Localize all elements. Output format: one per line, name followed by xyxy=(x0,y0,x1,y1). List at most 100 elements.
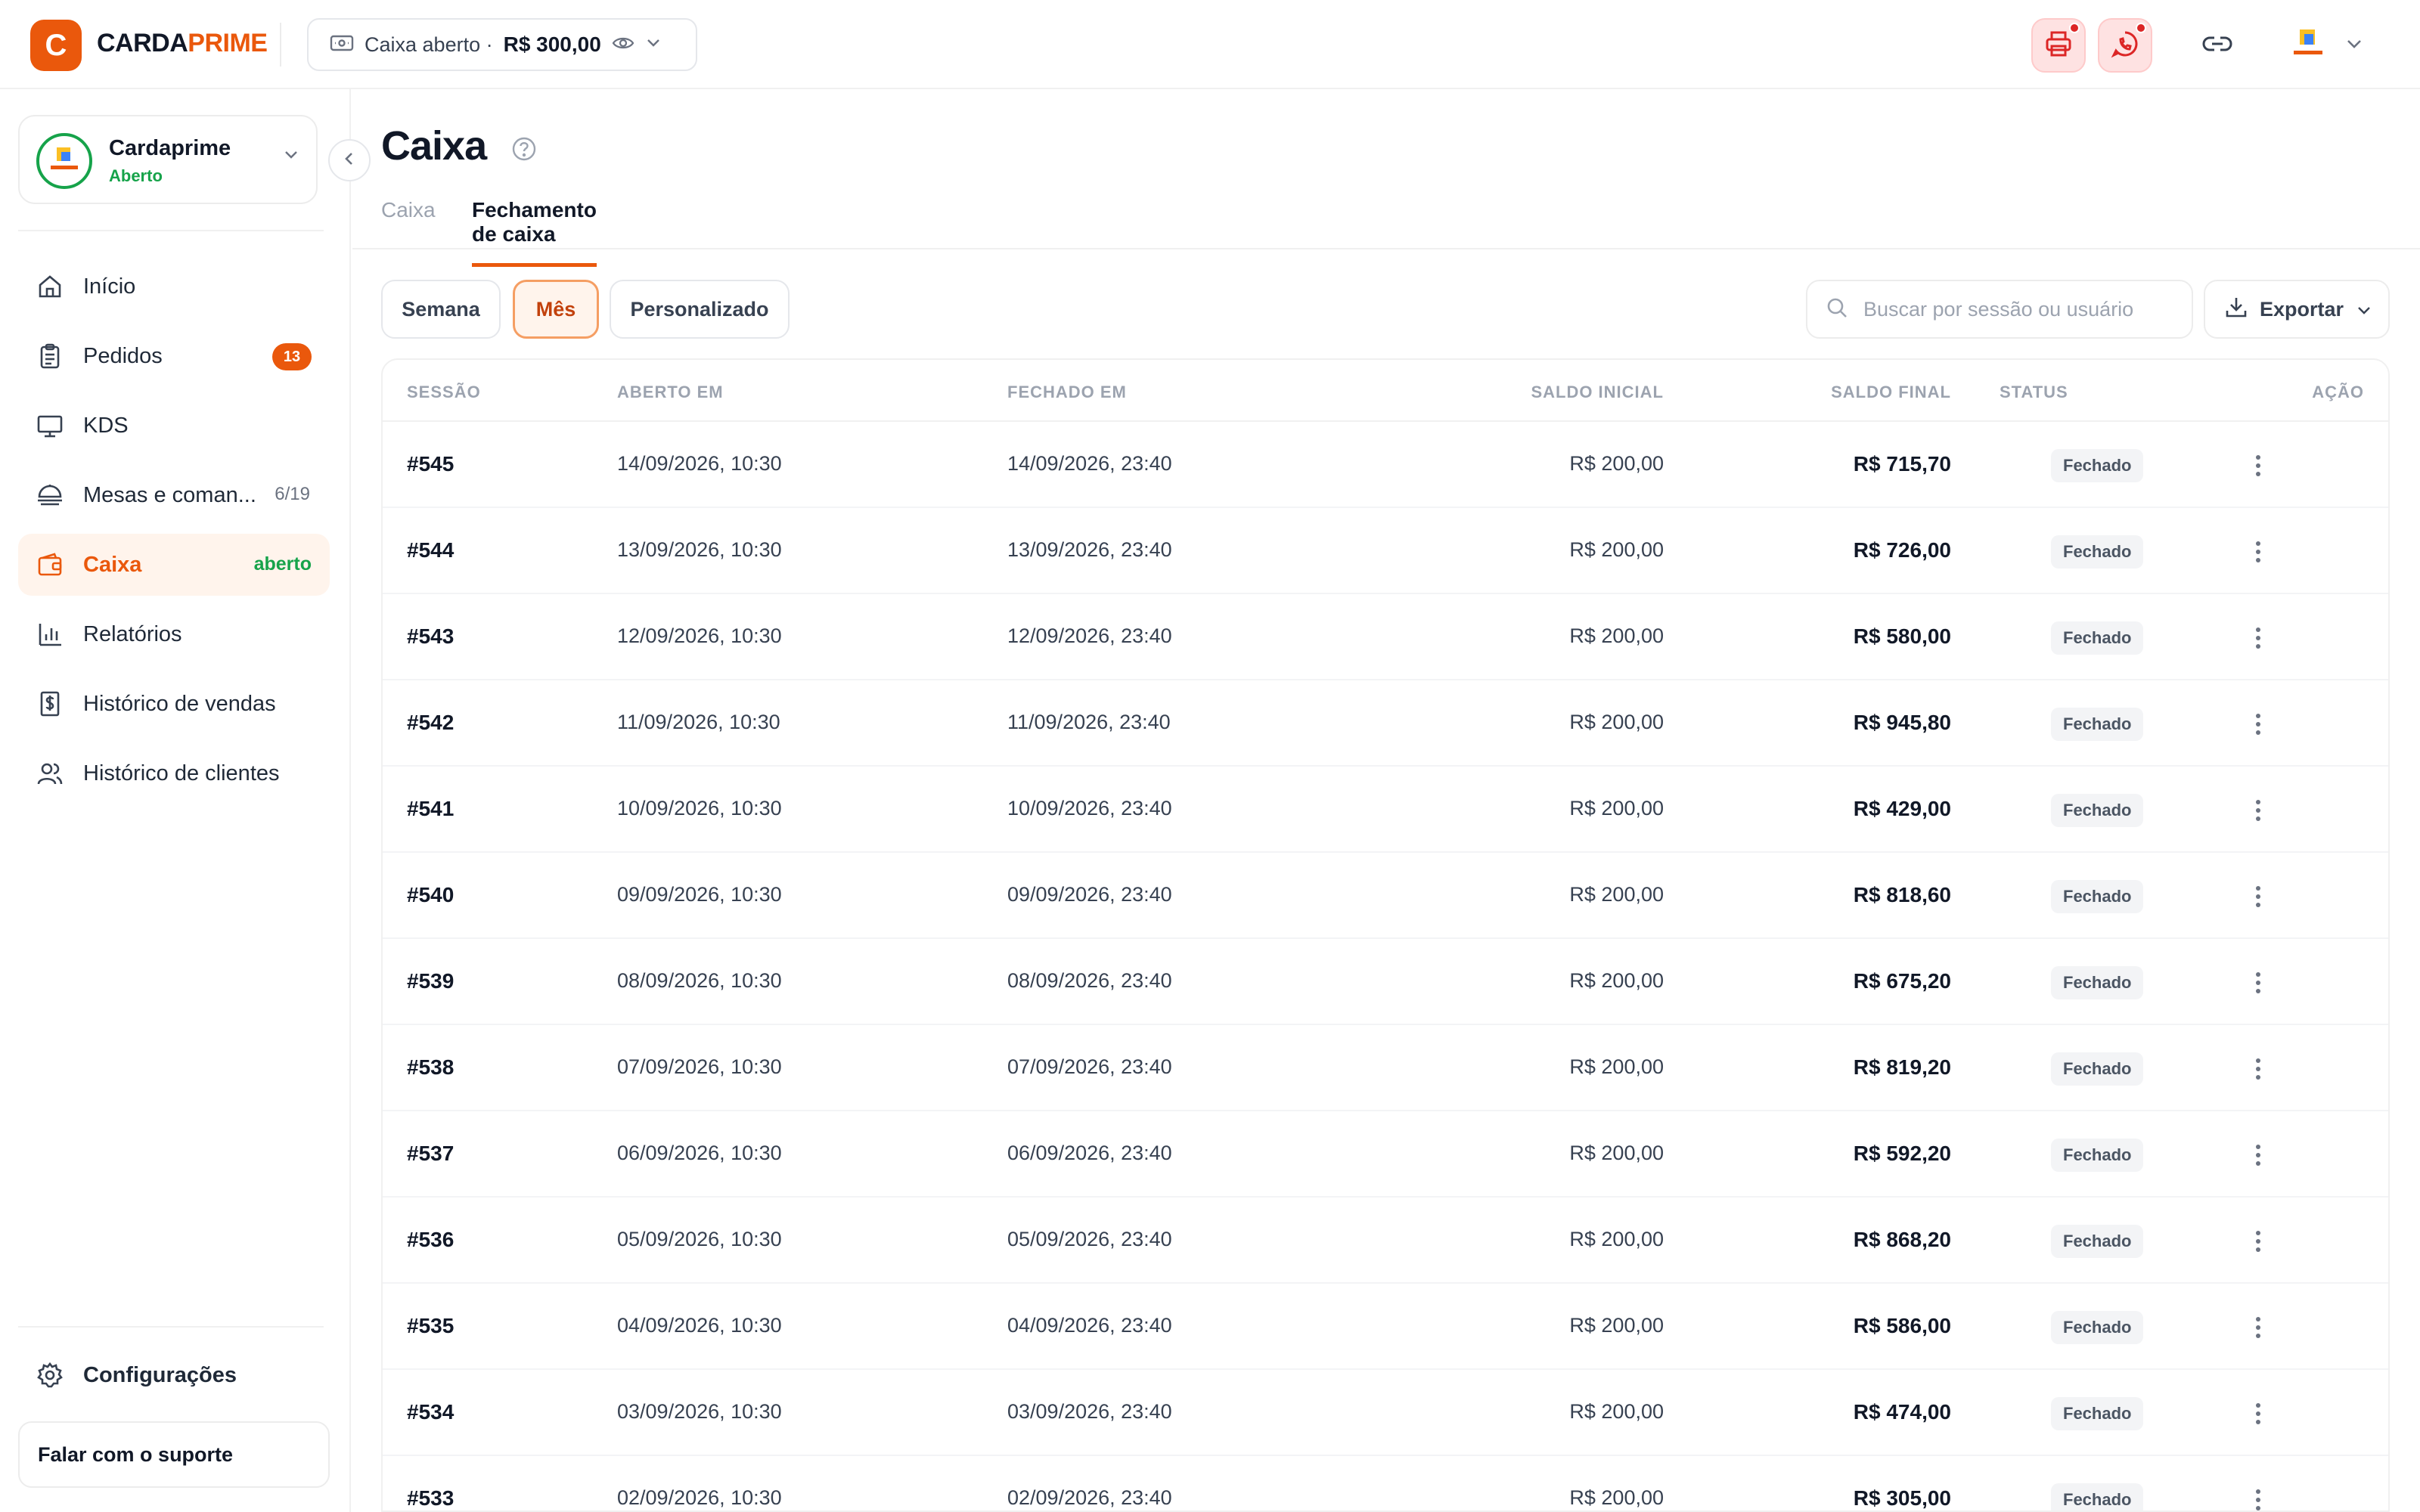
closed-at: 02/09/2026, 23:40 xyxy=(1007,1486,1172,1509)
export-button[interactable]: Exportar xyxy=(2204,280,2390,339)
sidebar-item-historico-vendas[interactable]: Histórico de vendas xyxy=(18,673,330,735)
col-header-action: AÇÃO xyxy=(2312,383,2364,401)
period-semana-button[interactable]: Semana xyxy=(381,280,501,339)
home-icon xyxy=(35,271,65,302)
final-balance: R$ 945,80 xyxy=(1853,711,1951,734)
status-badge: Fechado xyxy=(2051,1052,2144,1086)
closed-at: 09/09/2026, 23:40 xyxy=(1007,883,1172,906)
sidebar-item-relatorios[interactable]: Relatórios xyxy=(18,603,330,665)
eye-icon[interactable] xyxy=(612,35,634,55)
collapse-sidebar-button[interactable] xyxy=(328,139,371,181)
brand-logo-text[interactable]: CARDAPRIME xyxy=(97,29,268,58)
row-actions-button[interactable] xyxy=(2243,1137,2273,1173)
table-row[interactable]: #536 05/09/2026, 10:30 05/09/2026, 23:40… xyxy=(383,1198,2388,1284)
table-row[interactable]: #534 03/09/2026, 10:30 03/09/2026, 23:40… xyxy=(383,1370,2388,1456)
closed-at: 11/09/2026, 23:40 xyxy=(1007,711,1171,733)
period-personalizado-button[interactable]: Personalizado xyxy=(610,280,790,339)
opened-at: 03/09/2026, 10:30 xyxy=(617,1400,782,1423)
session-id: #544 xyxy=(407,538,455,562)
store-selector[interactable]: Cardaprime Aberto xyxy=(18,115,318,204)
session-id: #534 xyxy=(407,1400,455,1424)
table-row[interactable]: #537 06/09/2026, 10:30 06/09/2026, 23:40… xyxy=(383,1111,2388,1198)
search-icon xyxy=(1826,296,1848,323)
table-row[interactable]: #542 11/09/2026, 10:30 11/09/2026, 23:40… xyxy=(383,680,2388,767)
closed-at: 14/09/2026, 23:40 xyxy=(1007,452,1172,475)
row-actions-button[interactable] xyxy=(2243,534,2273,570)
row-actions-button[interactable] xyxy=(2243,1482,2273,1510)
closed-at: 04/09/2026, 23:40 xyxy=(1007,1314,1172,1337)
row-actions-button[interactable] xyxy=(2243,1051,2273,1087)
table-row[interactable]: #544 13/09/2026, 10:30 13/09/2026, 23:40… xyxy=(383,508,2388,594)
top-bar: C CARDAPRIME Caixa aberto · R$ 300,00 xyxy=(0,0,2420,89)
row-actions-button[interactable] xyxy=(2243,706,2273,742)
row-actions-button[interactable] xyxy=(2243,878,2273,915)
download-icon xyxy=(2225,296,2248,324)
row-actions-button[interactable] xyxy=(2243,1396,2273,1432)
status-badge: Fechado xyxy=(2051,880,2144,913)
store-avatar xyxy=(36,133,92,189)
chevron-down-icon xyxy=(283,150,299,164)
status-badge: Fechado xyxy=(2051,1311,2144,1344)
row-actions-button[interactable] xyxy=(2243,1223,2273,1259)
sidebar-item-mesas[interactable]: Mesas e coman... 6/19 xyxy=(18,464,330,526)
user-avatar[interactable] xyxy=(2287,27,2329,62)
account-menu-chevron-icon[interactable] xyxy=(2344,30,2364,61)
support-button[interactable]: Falar com o suporte xyxy=(18,1421,330,1488)
sidebar-item-pedidos[interactable]: Pedidos 13 xyxy=(18,325,330,387)
table-row[interactable]: #538 07/09/2026, 10:30 07/09/2026, 23:40… xyxy=(383,1025,2388,1111)
link-icon xyxy=(2202,35,2232,57)
closed-at: 13/09/2026, 23:40 xyxy=(1007,538,1172,561)
cash-closing-table: SESSÃO ABERTO EM FECHADO EM SALDO INICIA… xyxy=(381,358,2390,1512)
sidebar-item-label: Pedidos xyxy=(83,343,163,368)
row-actions-button[interactable] xyxy=(2243,965,2273,1001)
settings-label: Configurações xyxy=(83,1362,237,1387)
status-badge: Fechado xyxy=(2051,535,2144,569)
chevron-down-icon xyxy=(645,38,662,52)
tab-fechamento-de-caixa[interactable]: Fechamento de caixa xyxy=(472,198,597,267)
receipt-dollar-icon xyxy=(35,689,65,719)
sidebar-item-kds[interactable]: KDS xyxy=(18,395,330,457)
table-row[interactable]: #541 10/09/2026, 10:30 10/09/2026, 23:40… xyxy=(383,767,2388,853)
final-balance: R$ 715,70 xyxy=(1853,452,1951,476)
table-row[interactable]: #533 02/09/2026, 10:30 02/09/2026, 23:40… xyxy=(383,1456,2388,1510)
whatsapp-button[interactable] xyxy=(2098,18,2152,73)
table-row[interactable]: #535 04/09/2026, 10:30 04/09/2026, 23:40… xyxy=(383,1284,2388,1370)
kebab-menu-icon xyxy=(2256,886,2260,907)
session-id: #541 xyxy=(407,797,455,820)
row-actions-button[interactable] xyxy=(2243,448,2273,484)
users-icon xyxy=(35,758,65,789)
sidebar-item-historico-clientes[interactable]: Histórico de clientes xyxy=(18,742,330,804)
initial-balance: R$ 200,00 xyxy=(1569,969,1664,992)
help-icon[interactable] xyxy=(511,136,537,166)
brand-logo-mark[interactable]: C xyxy=(30,20,82,71)
tab-caixa[interactable]: Caixa xyxy=(381,198,436,239)
kebab-menu-icon xyxy=(2256,541,2260,562)
status-badge: Fechado xyxy=(2051,708,2144,741)
kebab-menu-icon xyxy=(2256,800,2260,821)
sidebar-divider xyxy=(18,230,324,231)
period-mes-button[interactable]: Mês xyxy=(513,280,599,339)
table-row[interactable]: #539 08/09/2026, 10:30 08/09/2026, 23:40… xyxy=(383,939,2388,1025)
opened-at: 12/09/2026, 10:30 xyxy=(617,624,782,647)
kebab-menu-icon xyxy=(2256,972,2260,993)
sidebar-item-configuracoes[interactable]: Configurações xyxy=(18,1344,330,1406)
store-name: Cardaprime xyxy=(109,136,231,160)
row-actions-button[interactable] xyxy=(2243,792,2273,829)
search-input[interactable] xyxy=(1863,297,2181,321)
row-actions-button[interactable] xyxy=(2243,1309,2273,1346)
page-title: Caixa xyxy=(381,123,487,169)
table-row[interactable]: #543 12/09/2026, 10:30 12/09/2026, 23:40… xyxy=(383,594,2388,680)
initial-balance: R$ 200,00 xyxy=(1569,624,1664,647)
link-button[interactable] xyxy=(2190,18,2245,73)
dish-icon xyxy=(35,480,65,510)
cash-status-dropdown[interactable]: Caixa aberto · R$ 300,00 xyxy=(307,18,697,71)
table-row[interactable]: #545 14/09/2026, 10:30 14/09/2026, 23:40… xyxy=(383,422,2388,508)
table-row[interactable]: #540 09/09/2026, 10:30 09/09/2026, 23:40… xyxy=(383,853,2388,939)
sidebar-item-caixa[interactable]: Caixa aberto xyxy=(18,534,330,596)
sidebar-item-inicio[interactable]: Início xyxy=(18,256,330,318)
row-actions-button[interactable] xyxy=(2243,620,2273,656)
session-id: #537 xyxy=(407,1142,455,1165)
status-badge: Fechado xyxy=(2051,449,2144,482)
session-id: #533 xyxy=(407,1486,455,1510)
printer-button[interactable] xyxy=(2031,18,2086,73)
